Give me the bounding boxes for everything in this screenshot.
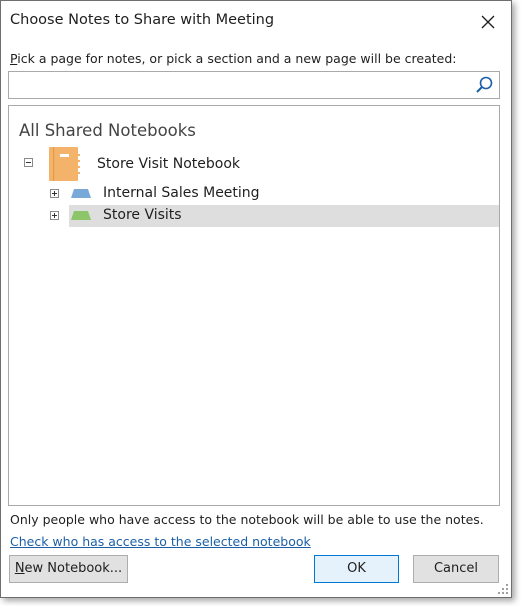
resize-grip-icon[interactable] bbox=[497, 583, 509, 595]
expand-toggle-internal-sales-meeting[interactable] bbox=[50, 189, 59, 198]
section-label: Store Visits bbox=[103, 207, 182, 223]
ok-button[interactable]: OK bbox=[314, 555, 399, 583]
search-box bbox=[8, 71, 500, 99]
expand-toggle-store-visits[interactable] bbox=[50, 211, 59, 220]
notebook-icon bbox=[49, 147, 80, 181]
instruction-text: ick a page for notes, or pick a section … bbox=[17, 51, 457, 66]
search-input[interactable] bbox=[13, 75, 473, 97]
section-label: Internal Sales Meeting bbox=[103, 185, 260, 201]
close-button[interactable] bbox=[475, 9, 501, 35]
search-button[interactable] bbox=[474, 75, 494, 95]
title-bar: Choose Notes to Share with Meeting bbox=[1, 1, 511, 41]
notebook-label: Store Visit Notebook bbox=[97, 156, 241, 172]
section-tab-icon bbox=[71, 211, 91, 220]
notebook-tree[interactable]: All Shared Notebooks Store Visit Noteboo… bbox=[8, 105, 500, 506]
dialog-title: Choose Notes to Share with Meeting bbox=[10, 12, 275, 28]
tree-node-section-internal-sales-meeting[interactable]: Internal Sales Meeting bbox=[69, 183, 499, 205]
new-notebook-accesskey: N bbox=[14, 561, 25, 576]
instruction-label: Pick a page for notes, or pick a section… bbox=[10, 51, 456, 66]
search-icon bbox=[476, 76, 493, 93]
section-tab-icon bbox=[71, 189, 91, 198]
collapse-toggle[interactable] bbox=[24, 158, 33, 167]
new-notebook-label: ew Notebook... bbox=[24, 561, 123, 576]
tree-node-notebook[interactable]: Store Visit Notebook bbox=[9, 146, 499, 184]
new-notebook-button[interactable]: New Notebook... bbox=[9, 555, 128, 583]
check-access-link[interactable]: Check who has access to the selected not… bbox=[10, 534, 311, 549]
tree-node-section-store-visits[interactable]: Store Visits bbox=[69, 205, 499, 227]
close-icon bbox=[481, 15, 495, 29]
access-note: Only people who have access to the noteb… bbox=[10, 512, 484, 527]
tree-header: All Shared Notebooks bbox=[19, 121, 196, 140]
cancel-button[interactable]: Cancel bbox=[413, 555, 499, 583]
choose-notes-dialog: Choose Notes to Share with Meeting Pick … bbox=[0, 0, 512, 598]
